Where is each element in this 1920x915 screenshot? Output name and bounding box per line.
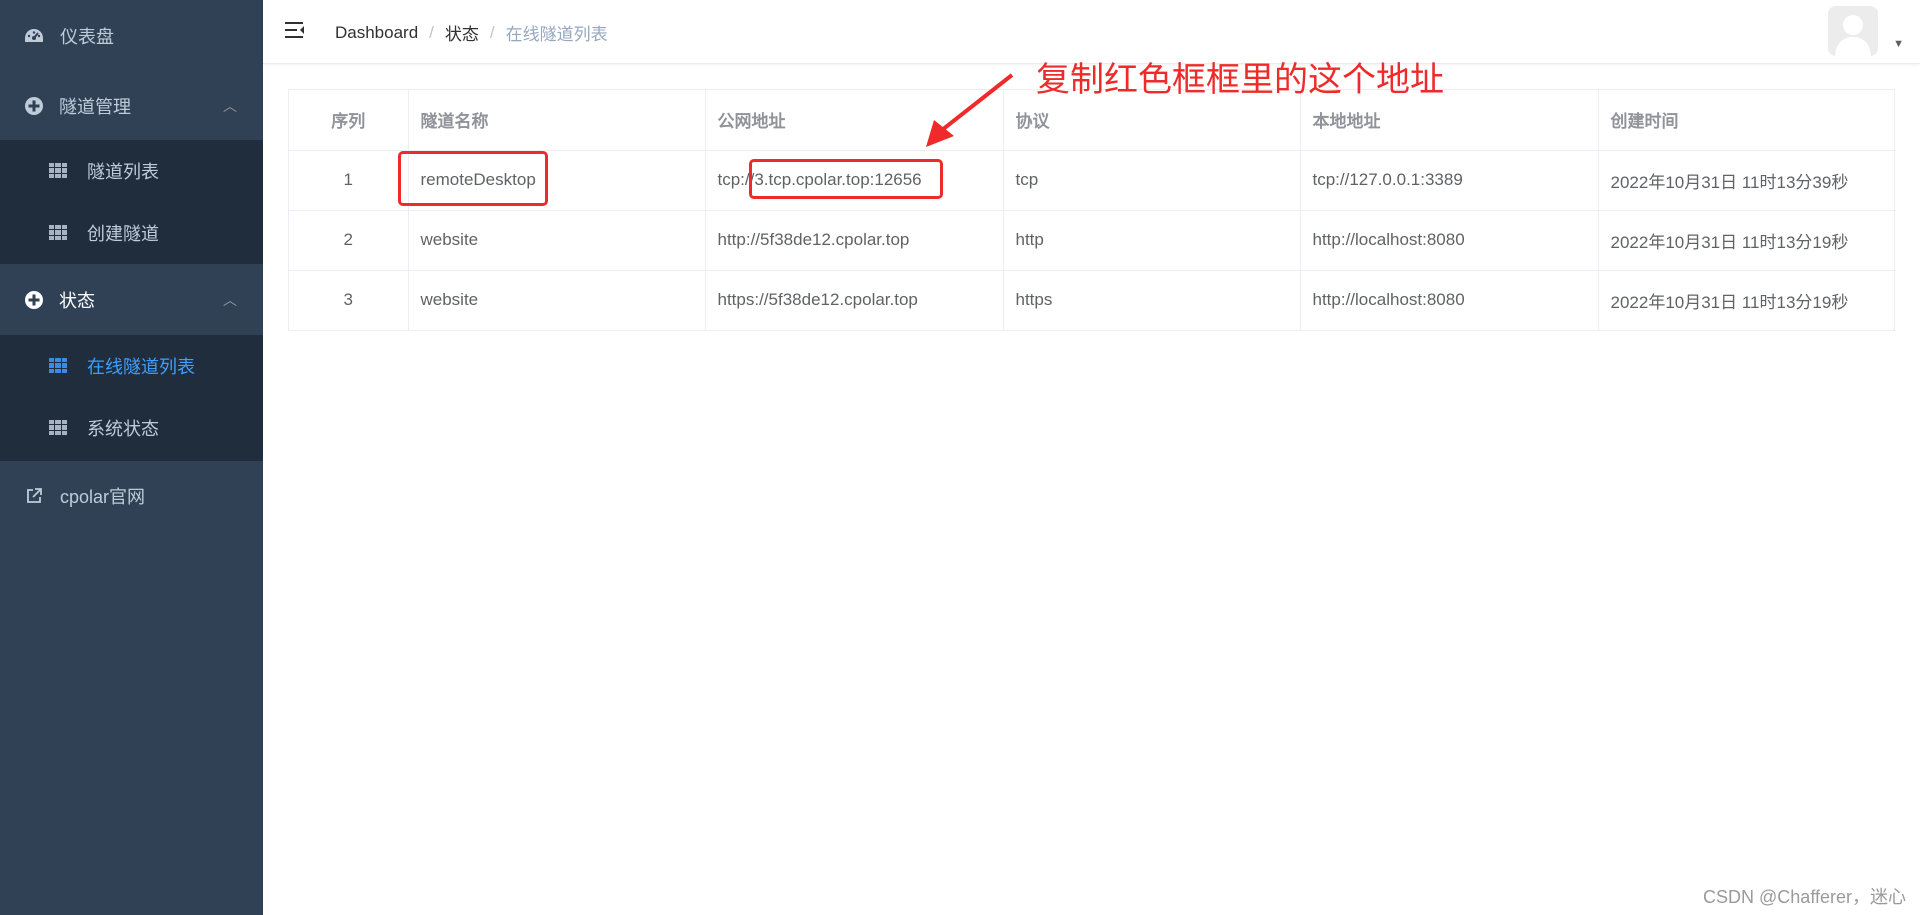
breadcrumb-item-dashboard[interactable]: Dashboard [335, 23, 418, 43]
cell-local-address: tcp://127.0.0.1:3389 [1300, 150, 1599, 211]
breadcrumb-separator: / [429, 22, 434, 42]
caret-down-icon[interactable]: ▼ [1893, 38, 1904, 50]
sidebar-item-label: 隧道管理 [59, 97, 131, 117]
cell-index: 2 [289, 210, 409, 271]
cell-protocol: tcp [1003, 150, 1301, 211]
cell-index: 1 [289, 150, 409, 211]
cell-tunnel-name: website [408, 270, 706, 330]
cell-created-time: 2022年10月31日 11时13分39秒 [1598, 150, 1896, 211]
dashboard-icon [24, 26, 44, 46]
table-row: 2 website http://5f38de12.cpolar.top htt… [289, 210, 1896, 271]
online-tunnel-table: 序列 隧道名称 公网地址 协议 本地地址 创建时间 1 remoteDeskto… [288, 89, 1896, 331]
sidebar-item-label: 系统状态 [87, 419, 159, 439]
cell-tunnel-name: website [408, 210, 706, 271]
sidebar-item-cpolar-site[interactable]: cpolar官网 [0, 463, 263, 529]
avatar[interactable] [1828, 6, 1878, 56]
column-header-tunnel-name: 隧道名称 [408, 90, 706, 151]
cell-created-time: 2022年10月31日 11时13分19秒 [1610, 292, 1849, 312]
table-icon [49, 358, 69, 374]
cell-index: 3 [289, 270, 409, 330]
chevron-up-icon: ︿ [223, 292, 237, 308]
sidebar-item-label: 创建隧道 [87, 224, 159, 244]
cell-created-time: 2022年10月31日 11时13分19秒 [1598, 210, 1896, 271]
sidebar-item-label: 在线隧道列表 [87, 357, 195, 377]
cell-public-url[interactable]: https://5f38de12.cpolar.top [705, 270, 1004, 330]
cell-public-url[interactable]: tcp://3.tcp.cpolar.top:12656 [705, 150, 1004, 211]
breadcrumb-item-status[interactable]: 状态 [445, 20, 479, 45]
sidebar-item-tunnel-list[interactable]: 隧道列表 [0, 140, 263, 202]
sidebar-item-label: 状态 [59, 291, 95, 311]
column-header-public-url: 公网地址 [705, 90, 1004, 151]
table-icon [49, 420, 69, 436]
sidebar-item-system-status[interactable]: 系统状态 [0, 397, 263, 459]
column-header-index: 序列 [289, 90, 409, 151]
external-link-icon [24, 486, 44, 506]
sidebar-item-label: 隧道列表 [87, 162, 159, 182]
table-icon [49, 225, 69, 241]
hamburger-icon[interactable] [284, 20, 306, 40]
cell-tunnel-name: remoteDesktop [408, 150, 706, 211]
sidebar-item-label: cpolar官网 [60, 487, 146, 507]
breadcrumb-item-current: 在线隧道列表 [505, 25, 608, 44]
cell-protocol: http [1003, 210, 1301, 271]
circle-plus-icon [24, 96, 44, 116]
sidebar-item-status[interactable]: 状态 ︿ [0, 267, 263, 333]
breadcrumb: Dashboard / 状态 / 在线隧道列表 [335, 20, 608, 45]
cell-public-url[interactable]: http://5f38de12.cpolar.top [705, 210, 1004, 271]
sidebar-item-online-tunnel-list[interactable]: 在线隧道列表 [0, 335, 263, 397]
sidebar: 仪表盘 隧道管理 ︿ 隧道列表 创建隧道 状态 ︿ 在线隧道列表 系统状态 cp… [0, 0, 263, 915]
cell-local-address: http://localhost:8080 [1300, 270, 1599, 330]
column-header-created-time: 创建时间 [1598, 90, 1896, 151]
sidebar-item-tunnel-management[interactable]: 隧道管理 ︿ [0, 73, 263, 139]
table-row: 3 website https://5f38de12.cpolar.top ht… [289, 270, 1896, 330]
submenu-status: 在线隧道列表 系统状态 [0, 335, 263, 461]
breadcrumb-separator: / [489, 22, 495, 42]
table-icon [49, 163, 69, 179]
cell-protocol: https [1003, 270, 1301, 330]
circle-plus-icon [24, 290, 44, 310]
cell-local-address: http://localhost:8080 [1300, 210, 1599, 271]
watermark: CSDN @Chafferer，迷心 [1703, 887, 1906, 907]
user-avatar-icon [1828, 6, 1878, 56]
annotation-callout: 复制红色框框里的这个地址 [1036, 61, 1444, 99]
chevron-up-icon: ︿ [223, 98, 237, 114]
sidebar-item-create-tunnel[interactable]: 创建隧道 [0, 202, 263, 264]
sidebar-item-label: 仪表盘 [60, 27, 114, 47]
sidebar-item-dashboard[interactable]: 仪表盘 [0, 3, 263, 69]
submenu-tunnel-management: 隧道列表 创建隧道 [0, 140, 263, 264]
table-row: 1 remoteDesktop tcp://3.tcp.cpolar.top:1… [289, 150, 1896, 211]
